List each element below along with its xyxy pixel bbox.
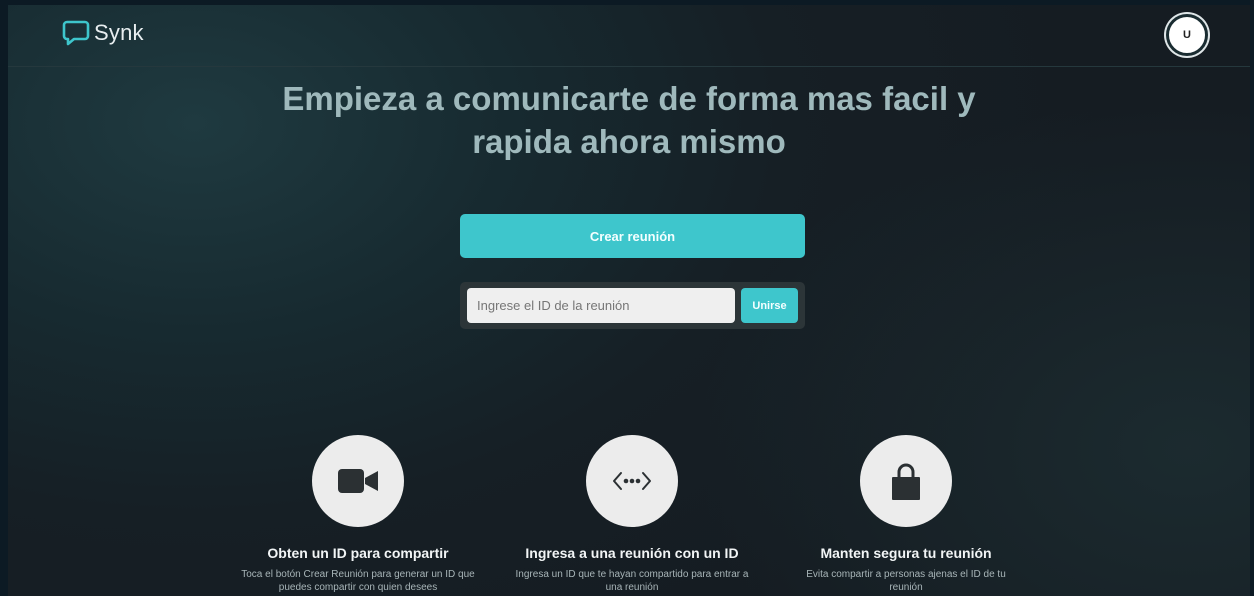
hero-title: Empieza a comunicarte de forma mas facil… <box>8 77 1250 163</box>
code-dots-icon <box>613 472 651 490</box>
brand-logo[interactable]: Synk <box>62 19 144 47</box>
feature-title: Manten segura tu reunión <box>820 545 992 561</box>
chat-bubble-icon <box>62 20 90 46</box>
feature-secure-meeting: Manten segura tu reunión Evita compartir… <box>776 435 1036 594</box>
join-button[interactable]: Unirse <box>741 288 798 323</box>
feature-icon-circle <box>312 435 404 527</box>
video-camera-icon <box>338 469 378 493</box>
hero-title-line-1: Empieza a comunicarte de forma mas facil… <box>282 80 976 117</box>
feature-join-with-id: Ingresa a una reunión con un ID Ingresa … <box>502 435 762 594</box>
feature-title: Obten un ID para compartir <box>267 545 449 561</box>
create-meeting-button[interactable]: Crear reunión <box>460 214 805 258</box>
feature-title: Ingresa a una reunión con un ID <box>525 545 739 561</box>
brand-name: Synk <box>94 20 144 45</box>
feature-icon-circle <box>586 435 678 527</box>
feature-description: Toca el botón Crear Reunión para generar… <box>241 569 475 593</box>
feature-share-id: Obten un ID para compartir Toca el botón… <box>228 435 488 594</box>
user-avatar[interactable]: U <box>1166 14 1208 56</box>
top-navbar: Synk U <box>8 5 1250 67</box>
feature-description: Evita compartir a personas ajenas el ID … <box>806 569 1006 593</box>
feature-icon-circle <box>860 435 952 527</box>
feature-description: Ingresa un ID que te hayan compartido pa… <box>515 569 749 593</box>
lock-icon <box>892 463 920 500</box>
app-frame: Synk U Empieza a comunicarte de forma ma… <box>8 5 1250 596</box>
join-meeting-form: Unirse <box>460 282 805 329</box>
hero-title-line-2: rapida ahora mismo <box>472 123 786 160</box>
meeting-id-input[interactable] <box>467 288 735 323</box>
